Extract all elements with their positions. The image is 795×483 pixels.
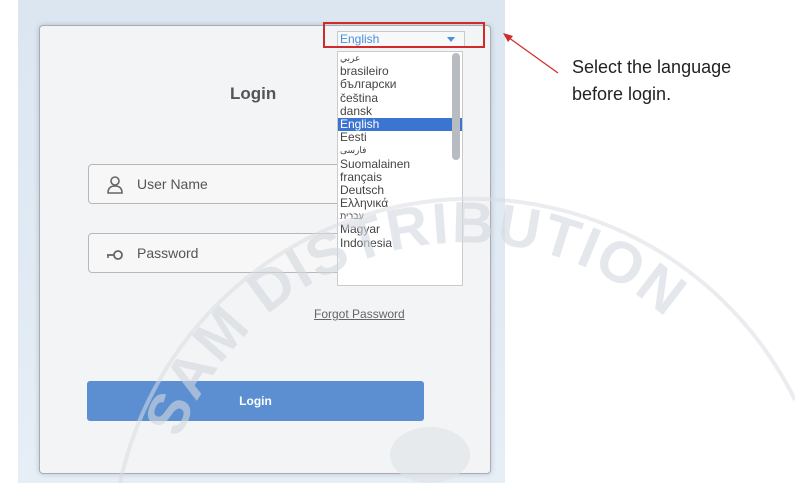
language-option[interactable]: Ελληνικά [338,196,462,210]
language-option[interactable]: čeština [338,91,462,105]
dropdown-scrollbar[interactable] [452,53,460,160]
language-option[interactable]: Suomalainen [338,157,462,171]
key-icon [105,244,125,264]
language-option[interactable]: Indonesia [338,236,462,250]
language-option[interactable]: dansk [338,104,462,118]
password-placeholder: Password [137,245,199,261]
login-button[interactable]: Login [87,381,424,421]
forgot-password-link[interactable]: Forgot Password [314,307,405,321]
login-title: Login [230,84,277,103]
language-highlight-box [323,22,485,48]
callout-arrow-icon [503,33,559,74]
language-option[interactable]: français [338,170,462,184]
language-option[interactable]: български [338,78,462,91]
callout-text: Select the language before login. [572,54,731,108]
language-dropdown-list[interactable]: عربي brasileiro български čeština dansk … [337,51,463,286]
callout-line-2: before login. [572,84,672,104]
language-option[interactable]: Eesti [338,131,462,144]
language-option[interactable]: فارسی [338,144,462,157]
username-placeholder: User Name [137,176,208,192]
user-icon [105,175,125,195]
callout-line-1: Select the language [572,57,732,77]
language-option[interactable]: Magyar [338,223,462,236]
